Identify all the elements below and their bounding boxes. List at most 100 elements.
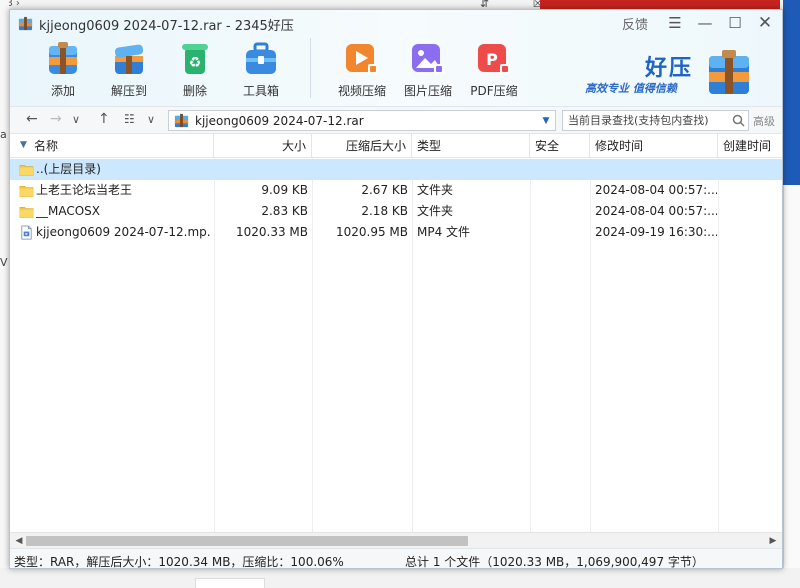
minimize-button[interactable]: — xyxy=(692,11,718,35)
file-security xyxy=(535,222,590,243)
background-grey-panel xyxy=(783,185,800,588)
feedback-link[interactable]: 反馈 xyxy=(622,14,648,33)
file-packed-size: 2.18 KB xyxy=(361,204,408,218)
pdf-compress-icon: P xyxy=(478,44,510,74)
toolbox-icon xyxy=(246,42,276,74)
image-compress-icon xyxy=(412,44,444,74)
file-modified-time xyxy=(595,159,717,180)
window-controls: 反馈 ☰ — ☐ ✕ xyxy=(622,10,782,36)
table-row[interactable]: ..(上层目录) xyxy=(10,159,782,180)
extract-icon xyxy=(114,44,144,74)
scroll-left-icon[interactable]: ◀ xyxy=(12,534,26,548)
file-name: 上老王论坛当老王 xyxy=(36,183,133,197)
background-bottom-strip xyxy=(0,568,800,588)
history-dropdown-icon[interactable]: ∨ xyxy=(72,113,80,126)
file-list: ▼ 名称 大小 压缩后大小 类型 安全 修改时间 创建时间 ..(上层目录) 上老… xyxy=(10,134,782,532)
file-packed-size: 2.67 KB xyxy=(361,183,408,197)
file-security xyxy=(535,159,590,180)
file-rows: ..(上层目录) 上老王论坛当老王 9.09 KB 2.67 KB 文件夹 2024-08… xyxy=(10,159,782,243)
menu-icon[interactable]: ☰ xyxy=(662,11,688,35)
toolbox-label: 工具箱 xyxy=(242,84,279,98)
svg-text:P: P xyxy=(486,50,498,69)
background-text: V xyxy=(0,256,8,269)
video-file-icon xyxy=(19,225,34,240)
column-packed-size[interactable]: 压缩后大小 xyxy=(312,134,412,158)
archive-file-icon xyxy=(174,113,189,128)
folder-icon xyxy=(19,204,34,219)
video-compress-icon xyxy=(346,44,378,74)
add-label: 添加 xyxy=(50,84,75,98)
video-compress-label: 视频压缩 xyxy=(337,84,386,98)
file-size: 9.09 KB xyxy=(261,183,308,197)
pdf-compress-label: PDF压缩 xyxy=(470,84,518,98)
table-row[interactable]: kjjeong0609 2024-07-12.mp... 1020.33 MB 10… xyxy=(10,222,782,243)
toolbar-separator xyxy=(310,38,311,98)
column-created[interactable]: 创建时间 xyxy=(718,134,782,158)
column-size[interactable]: 大小 xyxy=(214,134,312,158)
column-header: ▼ 名称 大小 压缩后大小 类型 安全 修改时间 创建时间 xyxy=(10,134,782,158)
image-compress-label: 图片压缩 xyxy=(403,84,452,98)
file-type: 文件夹 xyxy=(417,204,454,218)
view-dropdown-icon[interactable]: ∨ xyxy=(147,113,155,126)
extract-to-label: 解压到 xyxy=(110,84,147,98)
table-row[interactable]: __MACOSX 2.83 KB 2.18 KB 文件夹 2024-08-04 00:5… xyxy=(10,201,782,222)
view-mode-icon[interactable]: ☷ xyxy=(124,112,135,126)
advanced-search-link[interactable]: 高级 xyxy=(753,113,775,129)
file-total-status: 总计 1 个文件（1020.33 MB，1,069,900,497 字节） xyxy=(405,555,704,569)
file-type xyxy=(417,159,527,180)
table-row[interactable]: 上老王论坛当老王 9.09 KB 2.67 KB 文件夹 2024-08-04 00:5… xyxy=(10,180,782,201)
file-security xyxy=(535,201,590,222)
search-input[interactable] xyxy=(563,114,728,127)
scrollbar-thumb[interactable] xyxy=(26,536,468,546)
back-arrow-icon[interactable]: ← xyxy=(26,111,38,127)
archive-app-icon xyxy=(18,16,33,31)
status-bar: 类型：RAR，解压后大小：1020.34 MB，压缩比：100.06% 总计 1… xyxy=(10,548,782,569)
file-size: 1020.33 MB xyxy=(235,225,308,239)
maximize-button[interactable]: ☐ xyxy=(722,11,748,35)
brand-slogan: 高效专业 值得信赖 xyxy=(585,82,677,95)
file-name: kjjeong0609 2024-07-12.mp... xyxy=(36,225,211,239)
extract-to-button[interactable]: 解压到 xyxy=(96,38,162,102)
background-text: a xyxy=(0,128,7,141)
navigation-bar: ← → ∨ ↑ ☷ ∨ kjjeong0609 2024-07-12.rar ▼… xyxy=(10,106,782,134)
path-dropdown-icon[interactable]: ▼ xyxy=(537,116,555,126)
delete-button[interactable]: ♻ 删除 xyxy=(162,38,228,102)
search-box xyxy=(562,110,749,131)
video-compress-button[interactable]: 视频压缩 xyxy=(329,38,395,102)
main-toolbar: 添加 解压到 ♻ 删除 工具箱 视频压缩 图片压缩 P PDF压缩 xyxy=(30,38,527,104)
up-arrow-icon[interactable]: ↑ xyxy=(98,111,110,127)
add-archive-icon xyxy=(49,42,77,74)
add-button[interactable]: 添加 xyxy=(30,38,96,102)
column-security[interactable]: 安全 xyxy=(530,134,590,158)
background-left-strip: a V xyxy=(0,0,9,588)
file-name: __MACOSX xyxy=(36,204,101,218)
column-name[interactable]: 名称 xyxy=(10,134,214,158)
path-text: kjjeong0609 2024-07-12.rar xyxy=(195,113,364,128)
horizontal-scrollbar[interactable]: ◀ ▶ xyxy=(10,532,782,548)
background-blue-panel xyxy=(783,0,800,185)
brand-name: 好压 xyxy=(645,56,694,81)
archive-info-status: 类型：RAR，解压后大小：1020.34 MB，压缩比：100.06% xyxy=(14,555,344,569)
folder-icon xyxy=(19,183,34,198)
brand-logo-icon xyxy=(709,50,749,94)
file-name: ..(上层目录) xyxy=(36,162,101,176)
scroll-right-icon[interactable]: ▶ xyxy=(766,534,780,548)
file-type: 文件夹 xyxy=(417,183,454,197)
forward-arrow-icon[interactable]: → xyxy=(50,111,62,127)
svg-text:♻: ♻ xyxy=(189,55,202,71)
column-modified[interactable]: 修改时间 xyxy=(590,134,718,158)
file-type: MP4 文件 xyxy=(417,225,471,239)
file-size: 2.83 KB xyxy=(261,204,308,218)
path-bar[interactable]: kjjeong0609 2024-07-12.rar ▼ xyxy=(168,110,556,131)
search-icon[interactable] xyxy=(728,111,748,131)
column-type[interactable]: 类型 xyxy=(412,134,530,158)
file-modified-time: 2024-08-04 00:57:... xyxy=(595,204,717,218)
pdf-compress-button[interactable]: P PDF压缩 xyxy=(461,38,527,102)
close-button[interactable]: ✕ xyxy=(752,11,778,35)
image-compress-button[interactable]: 图片压缩 xyxy=(395,38,461,102)
recycle-icon: ♻ xyxy=(182,44,208,74)
toolbox-button[interactable]: 工具箱 xyxy=(228,38,294,102)
file-packed-size xyxy=(312,159,408,180)
file-modified-time: 2024-09-19 16:30:... xyxy=(595,225,717,239)
background-red-bar xyxy=(540,0,780,9)
